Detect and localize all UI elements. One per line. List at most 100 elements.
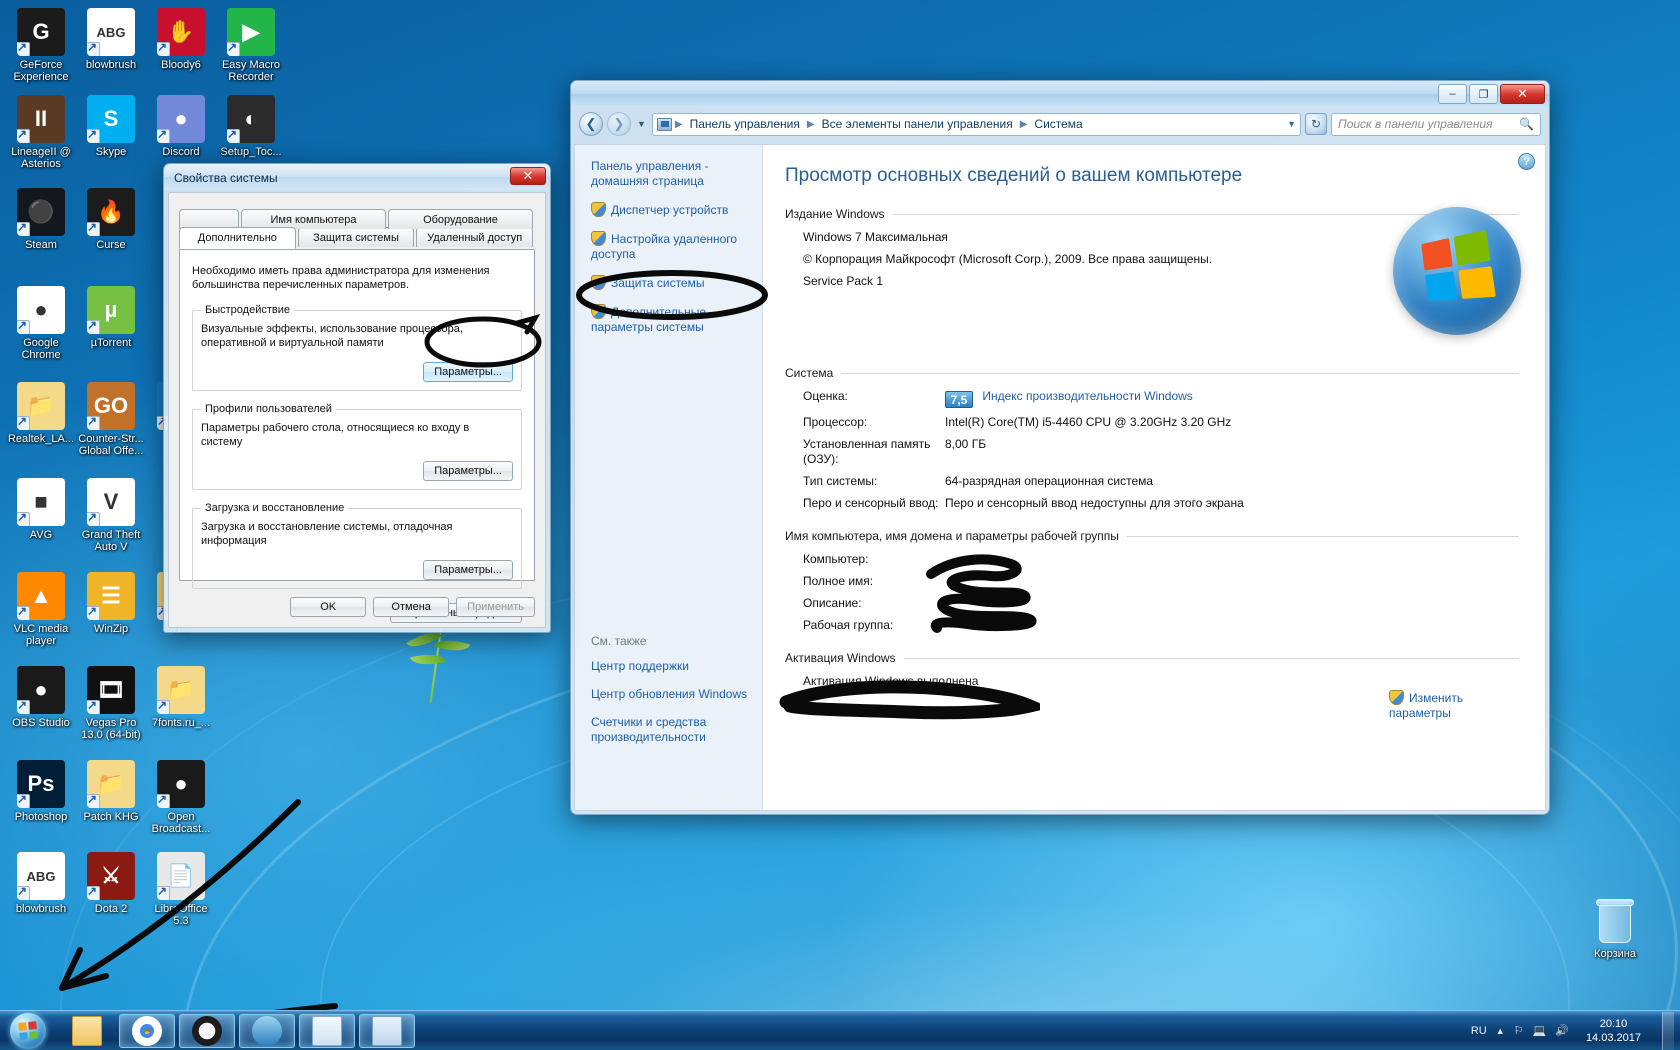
desktop-icon[interactable]: ▶ Easy Macro Recorder — [216, 8, 286, 83]
ok-button[interactable]: OK — [290, 597, 367, 617]
chrome-icon — [132, 1015, 162, 1046]
desktop-icon[interactable]: ☰ WinZip — [76, 572, 146, 635]
steam-icon: ⚫ — [17, 188, 65, 236]
winzip-icon: ☰ — [87, 572, 135, 620]
desktop-icon[interactable]: 📁 Patch KHG — [76, 760, 146, 823]
control-panel-window[interactable]: – ❐ ✕ ❮ ❯ ▼ ▶ Панель управления ▶ Все эл… — [570, 80, 1550, 815]
tab-computer-name[interactable]: Имя компьютера — [241, 209, 386, 229]
taskbar-item-explorer[interactable] — [59, 1014, 115, 1048]
breadcrumb-item-0[interactable]: Панель управления — [686, 116, 804, 132]
desktop-icon[interactable]: ✋ Bloody6 — [146, 8, 216, 71]
sidebar-item-remote-settings[interactable]: Настройка удаленного доступа — [591, 231, 750, 262]
sidebar-item-device-manager[interactable]: Диспетчер устройств — [591, 202, 750, 218]
cancel-button[interactable]: Отмена — [373, 597, 450, 617]
desktop-icon[interactable]: 📁 7fonts.ru_... — [146, 666, 216, 729]
minimize-button[interactable]: – — [1438, 84, 1467, 104]
csgo-icon: GO — [87, 382, 135, 430]
tab-remote-access[interactable]: Удаленный доступ — [416, 227, 534, 247]
control-panel-icon — [656, 117, 672, 131]
control-panel-titlebar[interactable]: – ❐ ✕ — [571, 81, 1549, 107]
sidebar-item-home[interactable]: Панель управления - домашняя страница — [591, 159, 750, 189]
tab-hardware[interactable]: Оборудование — [388, 209, 533, 229]
desktop-icon[interactable]: ⚫ Steam — [6, 188, 76, 251]
desktop-icon[interactable]: V Grand Theft Auto V — [76, 478, 146, 553]
desktop-icon[interactable]: ■ AVG — [6, 478, 76, 541]
taskbar-item-bloody[interactable] — [179, 1013, 235, 1048]
desktop-icon-label: LineageII @ Asterios — [11, 146, 71, 170]
change-settings-link[interactable]: Изменить параметры — [1389, 690, 1519, 721]
user-profiles-settings-button[interactable]: Параметры... — [423, 461, 513, 481]
start-button[interactable] — [1, 1012, 55, 1050]
show-desktop-button[interactable] — [1662, 1011, 1674, 1050]
address-dropdown-icon[interactable]: ▼ — [1287, 119, 1296, 129]
language-indicator[interactable]: RU — [1471, 1025, 1487, 1037]
search-placeholder: Поиск в панели управления — [1338, 117, 1493, 131]
desktop-icon[interactable]: S Skype — [76, 95, 146, 158]
recycle-bin[interactable]: Корзина — [1580, 897, 1650, 960]
maximize-button[interactable]: ❐ — [1469, 84, 1498, 104]
taskbar-item-teamspeak[interactable] — [239, 1013, 295, 1048]
see-also-windows-update[interactable]: Центр обновления Windows — [591, 687, 761, 702]
close-button[interactable]: ✕ — [1500, 84, 1545, 104]
see-also-support-center[interactable]: Центр поддержки — [591, 659, 761, 674]
system-properties-dialog[interactable]: Свойства системы ✕ Имя компьютера Оборуд… — [163, 163, 551, 633]
desktop-icon[interactable]: ● OBS Studio — [6, 666, 76, 729]
breadcrumb-item-1[interactable]: Все элементы панели управления — [818, 116, 1017, 132]
skype-icon: S — [87, 95, 135, 143]
taskbar-item-control-panel[interactable] — [299, 1013, 355, 1048]
search-icon[interactable]: 🔍 — [1519, 117, 1534, 131]
wallpaper-leaf-icon — [395, 624, 485, 705]
clock[interactable]: 20:10 14.03.2017 — [1578, 1017, 1649, 1045]
desktop-icon[interactable]: ⚔ Dota 2 — [76, 852, 146, 915]
dialog-close-button[interactable]: ✕ — [510, 167, 546, 185]
back-arrow-icon[interactable]: ❮ — [579, 112, 603, 136]
folder-icon: 📁 — [157, 666, 205, 714]
desktop-icon[interactable]: ◐ Setup_Toc... — [216, 95, 286, 158]
system-section-label: Система — [785, 366, 834, 380]
desktop-icon[interactable]: µ µTorrent — [76, 286, 146, 349]
performance-settings-button[interactable]: Параметры... — [423, 362, 513, 382]
address-bar[interactable]: ▶ Панель управления ▶ Все элементы панел… — [651, 112, 1301, 136]
shield-icon — [591, 202, 606, 217]
taskbar-item-chrome[interactable] — [119, 1013, 175, 1048]
user-profiles-legend: Профили пользователей — [205, 403, 332, 415]
tab-system-protection[interactable]: Защита системы — [297, 227, 415, 247]
desktop-icon[interactable]: II LineageII @ Asterios — [6, 95, 76, 170]
desktop-icon[interactable]: ● Discord — [146, 95, 216, 158]
desktop-icon[interactable]: 📄 LibreOffice 5.3 — [146, 852, 216, 927]
chevron-up-icon[interactable]: ▲ — [1496, 1026, 1505, 1036]
desktop-icon[interactable]: Ps Photoshop — [6, 760, 76, 823]
desktop-icon[interactable]: GO Counter-Str... Global Offe... — [76, 382, 146, 457]
action-center-flag-icon[interactable]: ⚐ — [1514, 1024, 1524, 1037]
desktop-icon[interactable]: ● Google Chrome — [6, 286, 76, 361]
forward-arrow-icon[interactable]: ❯ — [607, 112, 631, 136]
desktop-icon-label: blowbrush — [85, 59, 137, 71]
desktop-icon[interactable]: 📁 Realtek_LA... — [6, 382, 76, 445]
tab-advanced[interactable]: Дополнительно — [179, 227, 296, 249]
sidebar-item-advanced-system-settings[interactable]: Дополнительные параметры системы — [591, 304, 750, 335]
network-icon[interactable]: 💻 — [1533, 1024, 1547, 1037]
desktop-icon[interactable]: ABG blowbrush — [6, 852, 76, 915]
desktop-icon[interactable]: 🔥 Curse — [76, 188, 146, 251]
desktop-icon[interactable]: ▲ VLC media player — [6, 572, 76, 647]
help-question-icon[interactable]: ? — [1518, 153, 1535, 170]
chevron-down-icon[interactable]: ▼ — [635, 119, 648, 129]
dialog-titlebar[interactable]: Свойства системы ✕ — [164, 164, 550, 190]
windows-experience-index-link[interactable]: Индекс производительности Windows — [982, 389, 1192, 403]
sidebar-item-system-protection[interactable]: Защита системы — [591, 275, 750, 291]
see-also-performance-tools[interactable]: Счетчики и средства производительности — [591, 715, 761, 745]
desktop-icon[interactable]: ABG blowbrush — [76, 8, 146, 71]
computer-label: Компьютер: — [803, 552, 869, 566]
desktop-icon[interactable]: 🎞 Vegas Pro 13.0 (64-bit) — [76, 666, 146, 741]
volume-icon[interactable]: 🔊 — [1555, 1024, 1569, 1037]
see-also-title: См. также — [591, 634, 647, 648]
shortcut-overlay-icon — [227, 127, 240, 143]
desktop-icon[interactable]: ● Open Broadcast... — [146, 760, 216, 835]
desktop-icon[interactable]: G GeForce Experience — [6, 8, 76, 83]
search-input[interactable]: Поиск в панели управления 🔍 — [1331, 112, 1541, 136]
taskbar[interactable]: RU ▲ ⚐ 💻 🔊 20:10 14.03.2017 — [0, 1010, 1680, 1050]
startup-recovery-settings-button[interactable]: Параметры... — [423, 560, 513, 580]
breadcrumb-item-2[interactable]: Система — [1030, 116, 1086, 132]
taskbar-item-system-properties[interactable] — [359, 1013, 415, 1048]
refresh-icon[interactable]: ↻ — [1305, 113, 1327, 135]
